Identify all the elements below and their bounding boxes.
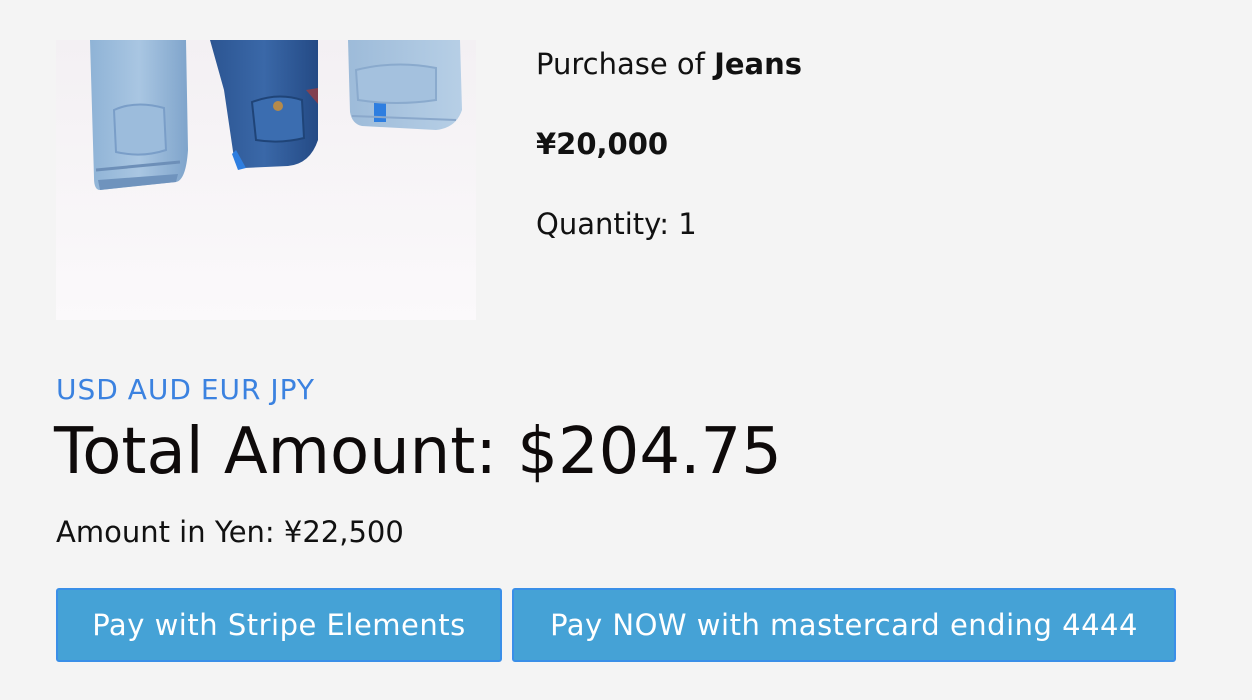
currency-link-jpy[interactable]: JPY [270, 373, 315, 406]
pay-with-stripe-button[interactable]: Pay with Stripe Elements [56, 588, 502, 662]
amount-in-yen: Amount in Yen: ¥22,500 [56, 515, 404, 549]
product-quantity: Quantity: 1 [536, 207, 697, 241]
purchase-prefix: Purchase of [536, 47, 705, 81]
pay-now-mastercard-button[interactable]: Pay NOW with mastercard ending 4444 [512, 588, 1176, 662]
currency-link-aud[interactable]: AUD [128, 373, 192, 406]
product-price: ¥20,000 [536, 127, 669, 161]
currency-link-eur[interactable]: EUR [201, 373, 262, 406]
total-amount: Total Amount: $204.75 [54, 415, 782, 489]
currency-selector: USD AUD EUR JPY [56, 372, 315, 408]
purchase-title: Purchase of Jeans [536, 44, 802, 84]
jeans-photo-icon [56, 40, 476, 320]
purchase-info: Purchase of Jeans [536, 44, 802, 84]
product-name: Jeans [714, 47, 803, 81]
currency-link-usd[interactable]: USD [56, 373, 119, 406]
product-image [56, 40, 476, 320]
